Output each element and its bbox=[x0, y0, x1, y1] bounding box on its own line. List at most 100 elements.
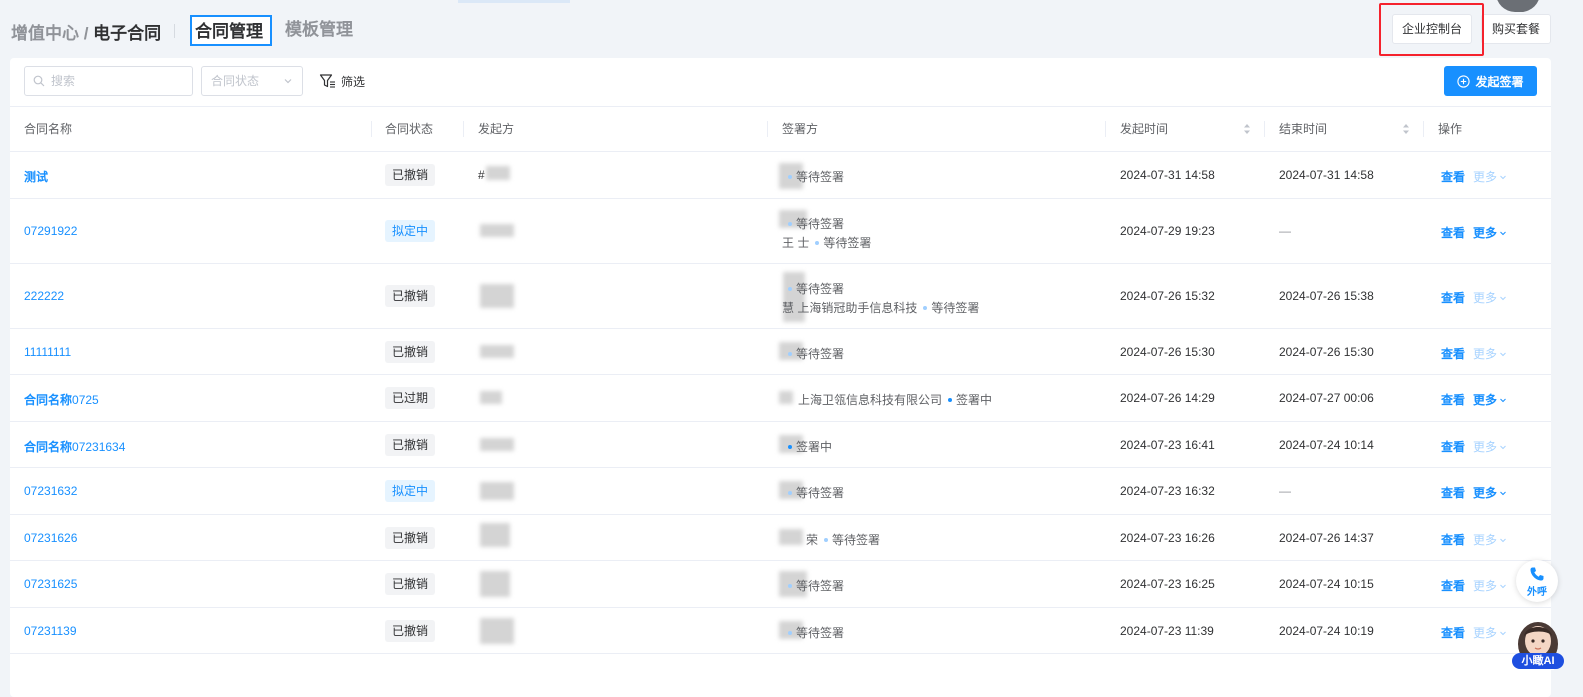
start-time: 2024-07-26 15:32 bbox=[1120, 289, 1215, 303]
sort-icon[interactable] bbox=[1402, 123, 1410, 135]
column-header-status: 合同状态 bbox=[385, 122, 434, 136]
view-link[interactable]: 查看 bbox=[1441, 577, 1465, 594]
search-input[interactable] bbox=[51, 67, 189, 95]
more-label: 更多 bbox=[1473, 393, 1498, 407]
search-icon bbox=[33, 75, 45, 87]
signer-name: 慧 上海销冠助手信息科技 bbox=[782, 301, 918, 315]
contract-name-link[interactable]: 测试 bbox=[24, 168, 48, 185]
status-badge: 已撤销 bbox=[385, 620, 436, 642]
signer-status-dot bbox=[788, 174, 792, 179]
contract-name-link[interactable]: 07291922 bbox=[24, 224, 77, 238]
start-time: 2024-07-23 16:25 bbox=[1120, 577, 1215, 591]
initiate-signing-button[interactable]: 发起签署 bbox=[1444, 66, 1537, 96]
signer-redacted bbox=[779, 529, 803, 545]
top-accent-line bbox=[458, 0, 570, 3]
table-row: 07231632 拟定中 等待签署 2024-07-23 16:32 — 查看 … bbox=[10, 468, 1551, 515]
view-link[interactable]: 查看 bbox=[1441, 224, 1465, 241]
contract-name-suffix: 07231139 bbox=[24, 624, 77, 638]
more-dropdown: 更多 bbox=[1473, 438, 1507, 455]
contract-name-link[interactable]: 合同名称07231634 bbox=[24, 438, 125, 455]
signer-status-dot bbox=[788, 630, 792, 635]
signer-state: 等待签署 bbox=[796, 579, 845, 593]
signer-state: 等待签署 bbox=[832, 533, 881, 547]
initiator-redacted bbox=[480, 571, 510, 597]
table-row: 07231139 已撤销 等待签署 2024-07-23 11:39 2024-… bbox=[10, 608, 1551, 654]
signer-entry: 上海卫瓴信息科技有限公司 签署中 bbox=[798, 391, 992, 408]
status-badge: 拟定中 bbox=[385, 480, 436, 502]
signer-status-dot bbox=[788, 444, 792, 449]
chevron-down-icon bbox=[284, 79, 292, 84]
signer-state: 等待签署 bbox=[796, 217, 845, 231]
initiator-redacted bbox=[480, 284, 514, 308]
end-time: — bbox=[1279, 484, 1291, 498]
contract-name-link[interactable]: 合同名称0725 bbox=[24, 391, 99, 408]
sort-icon[interactable] bbox=[1243, 123, 1251, 135]
view-link[interactable]: 查看 bbox=[1441, 168, 1465, 185]
enterprise-console-button[interactable]: 企业控制台 bbox=[1392, 14, 1472, 44]
outbound-call-button[interactable]: 外呼 bbox=[1516, 560, 1558, 602]
initiator-redacted bbox=[480, 482, 514, 500]
view-link[interactable]: 查看 bbox=[1441, 624, 1465, 641]
more-dropdown[interactable]: 更多 bbox=[1473, 484, 1507, 501]
view-link[interactable]: 查看 bbox=[1441, 289, 1465, 306]
tab-contract-management[interactable]: 合同管理 bbox=[190, 15, 272, 46]
signer-status-dot bbox=[788, 221, 792, 226]
search-box bbox=[24, 66, 193, 96]
status-badge: 已撤销 bbox=[385, 573, 436, 595]
ai-assistant-label[interactable]: 小瞰AI bbox=[1512, 653, 1564, 669]
more-dropdown: 更多 bbox=[1473, 624, 1507, 641]
signer-entry: 等待签署 bbox=[782, 345, 844, 362]
contract-name-link[interactable]: 222222 bbox=[24, 289, 64, 303]
column-header-end-time[interactable]: 结束时间 bbox=[1279, 107, 1327, 151]
initiator-redacted bbox=[480, 345, 514, 358]
contract-name-link[interactable]: 07231139 bbox=[24, 624, 77, 638]
more-label: 更多 bbox=[1473, 291, 1498, 305]
column-divider bbox=[767, 121, 768, 137]
breadcrumb-divider bbox=[174, 24, 175, 38]
contract-name-link[interactable]: 11111111 bbox=[24, 345, 71, 359]
view-link[interactable]: 查看 bbox=[1441, 484, 1465, 501]
end-time: 2024-07-24 10:19 bbox=[1279, 624, 1374, 638]
more-dropdown: 更多 bbox=[1473, 577, 1507, 594]
chevron-down-icon bbox=[1500, 445, 1506, 450]
signer-entry: 等待签署 bbox=[782, 280, 844, 297]
contract-name-suffix: 0725 bbox=[72, 393, 99, 407]
contract-name-link[interactable]: 07231625 bbox=[24, 577, 77, 591]
signer-entry: 等待签署 bbox=[782, 168, 844, 185]
start-time: 2024-07-26 15:30 bbox=[1120, 345, 1215, 359]
contract-name-prefix: 测试 bbox=[24, 170, 49, 184]
view-link[interactable]: 查看 bbox=[1441, 345, 1465, 362]
status-badge: 拟定中 bbox=[385, 220, 436, 242]
signer-status-dot bbox=[923, 305, 928, 310]
avatar[interactable] bbox=[1496, 0, 1540, 12]
initiate-signing-label: 发起签署 bbox=[1475, 74, 1524, 89]
more-dropdown[interactable]: 更多 bbox=[1473, 391, 1507, 408]
contract-name-suffix: 222222 bbox=[24, 289, 65, 303]
outbound-call-label: 外呼 bbox=[1527, 587, 1547, 598]
table-header: 合同名称 合同状态 发起方 签署方 发起时间 结束时间 操作 bbox=[10, 106, 1551, 152]
status-badge: 已撤销 bbox=[385, 434, 436, 456]
filter-icon bbox=[319, 74, 335, 88]
contract-name-suffix: 07291922 bbox=[24, 224, 78, 238]
column-header-start-time[interactable]: 发起时间 bbox=[1120, 107, 1168, 151]
contract-name-link[interactable]: 07231632 bbox=[24, 484, 77, 498]
signer-entry: 等待签署 bbox=[782, 624, 844, 641]
initiator-redacted bbox=[486, 166, 510, 180]
filter-button[interactable]: 筛选 bbox=[319, 71, 365, 91]
view-link[interactable]: 查看 bbox=[1441, 391, 1465, 408]
more-dropdown[interactable]: 更多 bbox=[1473, 224, 1507, 241]
status-badge: 已撤销 bbox=[385, 341, 436, 363]
view-link[interactable]: 查看 bbox=[1441, 531, 1465, 548]
signer-state: 等待签署 bbox=[796, 486, 845, 500]
signer-entry: 荣等待签署 bbox=[806, 531, 880, 548]
column-divider bbox=[1423, 121, 1424, 137]
buy-package-button[interactable]: 购买套餐 bbox=[1481, 14, 1551, 44]
end-time: 2024-07-31 14:58 bbox=[1279, 168, 1374, 182]
breadcrumb-parent[interactable]: 增值中心 / bbox=[11, 24, 93, 43]
view-link[interactable]: 查看 bbox=[1441, 438, 1465, 455]
contract-status-select[interactable]: 合同状态 bbox=[201, 66, 303, 96]
table-row: 合同名称0725 已过期 上海卫瓴信息科技有限公司 签署中 2024-07-26 … bbox=[10, 375, 1551, 422]
tab-template-management[interactable]: 模板管理 bbox=[282, 15, 356, 46]
more-label: 更多 bbox=[1473, 440, 1498, 454]
contract-name-link[interactable]: 07231626 bbox=[24, 531, 77, 545]
